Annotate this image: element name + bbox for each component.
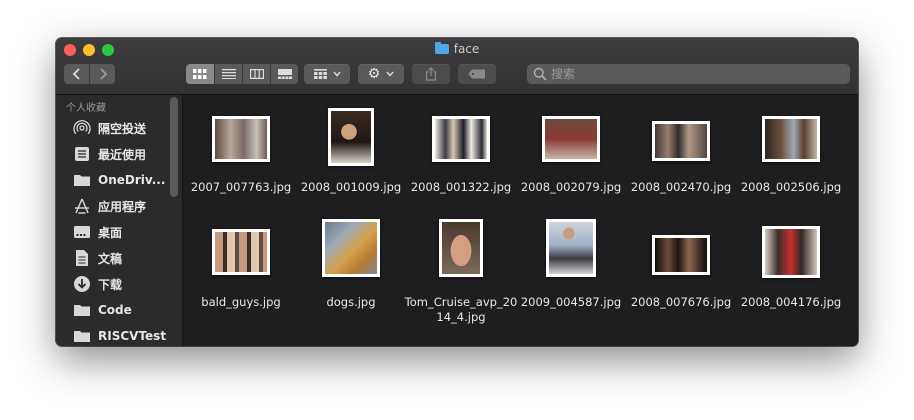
sidebar-item-label: 隔空投送: [98, 121, 147, 136]
tag-icon: [468, 69, 485, 79]
sidebar-item-label: Code: [98, 303, 132, 317]
group-by-button[interactable]: [304, 64, 350, 84]
chevron-right-icon: [99, 68, 107, 80]
chevron-down-icon: [332, 71, 341, 77]
gallery-icon: [277, 69, 292, 79]
image-thumbnail: [652, 235, 710, 275]
file-name: 2007_007763.jpg: [190, 180, 292, 194]
file-name: 2008_001322.jpg: [410, 180, 512, 194]
applications-icon: [72, 197, 92, 215]
sidebar-section-title: 个人收藏: [66, 103, 106, 114]
view-mode-control: [186, 64, 298, 84]
group-grid-icon: [313, 69, 327, 79]
file-name: 2009_004587.jpg: [520, 295, 622, 309]
desktop-icon: [72, 223, 92, 241]
sidebar-item-documents[interactable]: 文稿: [56, 245, 170, 271]
image-thumbnail: [432, 116, 490, 162]
file-name: bald_guys.jpg: [201, 295, 281, 309]
window-title-text: face: [453, 42, 480, 56]
file-name: 2008_007676.jpg: [630, 295, 732, 309]
search-icon: [533, 67, 547, 81]
sidebar-item-code[interactable]: Code: [56, 297, 170, 323]
sidebar-item-label: 最近使用: [98, 147, 147, 162]
folder-icon: [72, 301, 92, 319]
sidebar-item-label: 应用程序: [98, 199, 147, 214]
sidebar-item-label: OneDriv...: [98, 173, 166, 187]
sidebar-item-label: RISCVTest: [98, 329, 167, 343]
image-thumbnail: [762, 116, 820, 162]
download-icon: [72, 275, 92, 293]
file-name: Tom_Cruise_avp_2014_4.jpg: [404, 295, 518, 324]
search-input[interactable]: [551, 67, 831, 81]
image-thumbnail: [546, 219, 596, 277]
sidebar-item-label: 桌面: [98, 225, 123, 240]
list-view-button[interactable]: [215, 64, 243, 84]
share-icon: [425, 67, 437, 81]
folder-icon: [72, 327, 92, 345]
sidebar-item-label: 文稿: [98, 251, 123, 266]
file-name: 2008_004176.jpg: [740, 295, 842, 309]
finder-window: face ⚙ 搜索 个人收藏 隔空投送 最近使用 OneDriv... 应用程序…: [56, 38, 858, 346]
gallery-view-button[interactable]: [271, 64, 298, 84]
image-thumbnail: [652, 121, 710, 161]
window-title: face: [56, 41, 858, 57]
file-name: 2008_002470.jpg: [630, 180, 732, 194]
back-button[interactable]: [64, 64, 90, 84]
file-name: 2008_002079.jpg: [520, 180, 622, 194]
image-thumbnail: [439, 219, 483, 277]
airdrop-icon: [72, 119, 92, 137]
icon-view-button[interactable]: [186, 64, 215, 84]
gear-icon: ⚙: [367, 66, 381, 82]
document-icon: [72, 249, 92, 267]
forward-button[interactable]: [90, 64, 115, 84]
image-thumbnail: [212, 229, 270, 275]
sidebar-item-desktop[interactable]: 桌面: [56, 219, 170, 245]
file-grid: 2007_007763.jpg 2008_001009.jpg 2008_001…: [183, 95, 858, 346]
file-name: 2008_002506.jpg: [740, 180, 842, 194]
navigation-buttons: [64, 64, 115, 84]
recents-icon: [72, 145, 92, 163]
image-thumbnail: [328, 108, 374, 166]
sidebar-item-onedrive[interactable]: OneDriv...: [56, 167, 170, 193]
sidebar: 个人收藏 隔空投送 最近使用 OneDriv... 应用程序 桌面 文稿 下载 …: [56, 95, 183, 346]
sidebar-item-downloads[interactable]: 下载: [56, 271, 170, 297]
grid-icon: [193, 69, 207, 79]
tags-button[interactable]: [458, 64, 496, 84]
image-thumbnail: [212, 116, 270, 162]
action-menu-button[interactable]: ⚙: [358, 64, 404, 84]
image-thumbnail: [322, 219, 380, 277]
chevron-down-icon: [386, 71, 394, 77]
folder-icon: [434, 42, 449, 54]
image-thumbnail: [762, 226, 820, 278]
sidebar-item-recents[interactable]: 最近使用: [56, 141, 170, 167]
file-name: 2008_001009.jpg: [300, 180, 402, 194]
share-button[interactable]: [412, 64, 450, 84]
list-icon: [221, 69, 236, 79]
sidebar-scrollbar[interactable]: [170, 97, 178, 197]
sidebar-item-label: 下载: [98, 277, 123, 292]
chevron-left-icon: [72, 68, 80, 80]
image-thumbnail: [542, 116, 600, 162]
sidebar-item-riscvtest[interactable]: RISCVTest: [56, 323, 170, 346]
sidebar-item-airdrop[interactable]: 隔空投送: [56, 115, 170, 141]
sidebar-item-applications[interactable]: 应用程序: [56, 193, 170, 219]
column-view-button[interactable]: [243, 64, 271, 84]
folder-icon: [72, 171, 92, 189]
search-field[interactable]: [527, 64, 850, 84]
title-bar: face ⚙ 搜索: [56, 38, 858, 95]
columns-icon: [249, 69, 264, 79]
file-name: dogs.jpg: [326, 295, 376, 309]
